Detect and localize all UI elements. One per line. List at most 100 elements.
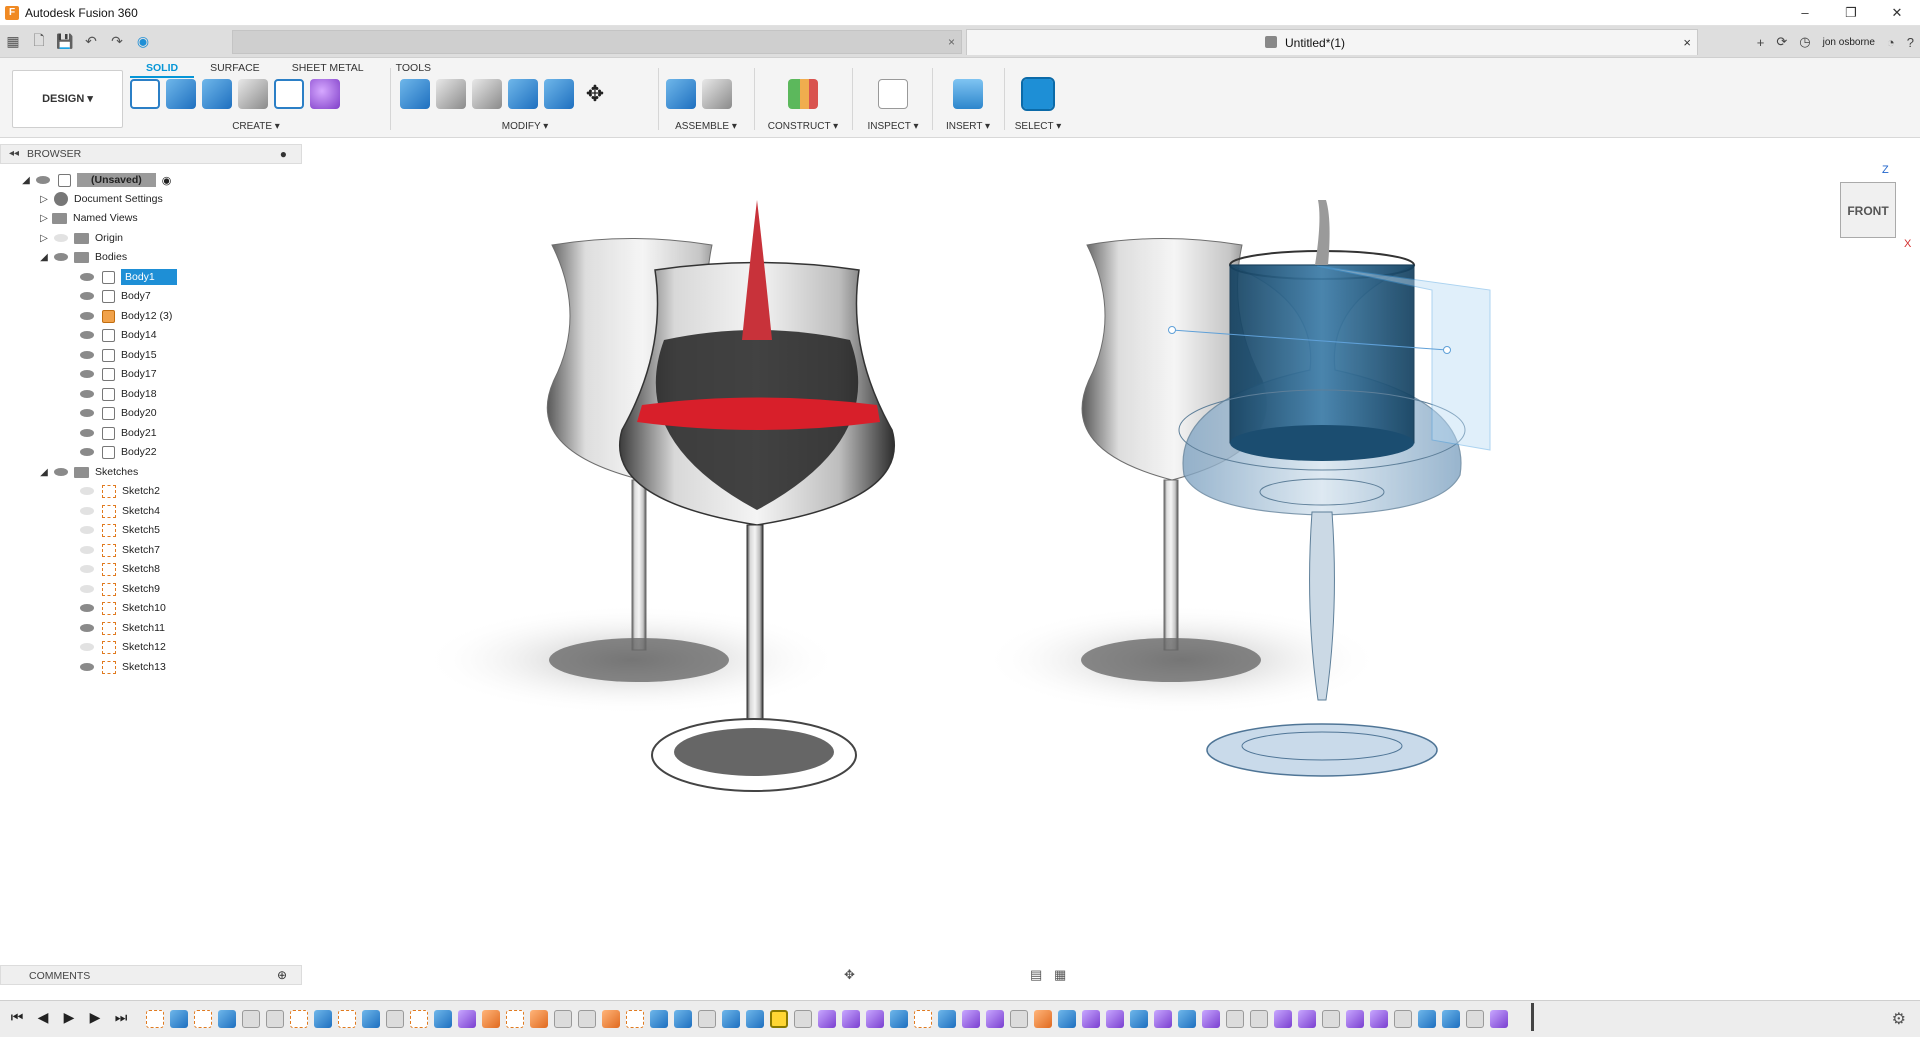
timeline-feature-icon[interactable] (170, 1010, 188, 1028)
timeline-feature-icon-highlighted[interactable] (770, 1010, 788, 1028)
timeline-feature-icon[interactable] (650, 1010, 668, 1028)
visibility-eye-icon[interactable] (80, 487, 94, 495)
construct-menu[interactable]: CONSTRUCT ▾ (762, 121, 844, 132)
tree-item-body[interactable]: Body12 (3) (76, 306, 172, 326)
extensions-icon[interactable]: ⟳ (1776, 34, 1787, 50)
timeline-feature-icon[interactable] (1010, 1010, 1028, 1028)
document-tab-inactive[interactable]: × (232, 30, 962, 54)
visibility-eye-icon[interactable] (80, 624, 94, 632)
tree-item-sketch[interactable]: Sketch2 (76, 481, 160, 501)
visibility-eye-icon[interactable] (54, 468, 68, 476)
visibility-eye-icon[interactable] (80, 604, 94, 612)
measure-icon[interactable] (878, 79, 908, 109)
timeline-feature-icon[interactable] (578, 1010, 596, 1028)
tree-item-body[interactable]: Body20 (76, 403, 157, 423)
tree-item-sketch[interactable]: Sketch5 (76, 520, 160, 540)
timeline-feature-icon[interactable] (914, 1010, 932, 1028)
hole-icon[interactable] (238, 79, 268, 109)
timeline-feature-icon[interactable] (386, 1010, 404, 1028)
viewcube-front-face[interactable]: FRONT (1840, 182, 1896, 238)
visibility-eye-icon[interactable] (80, 390, 94, 398)
undo-icon[interactable]: ↶ (78, 33, 104, 50)
timeline-feature-icon[interactable] (1418, 1010, 1436, 1028)
pattern-icon[interactable] (274, 79, 304, 109)
canvas-viewport[interactable] (302, 140, 1920, 998)
extrude-icon[interactable] (166, 79, 196, 109)
insert-menu[interactable]: INSERT ▾ (938, 121, 998, 132)
move-copy-icon[interactable]: ✥ (580, 79, 610, 109)
timeline-feature-icon[interactable] (674, 1010, 692, 1028)
orbit-icon[interactable]: ✥ (844, 967, 855, 983)
timeline-feature-icon[interactable] (890, 1010, 908, 1028)
press-pull-icon[interactable] (400, 79, 430, 109)
visibility-eye-icon[interactable] (80, 448, 94, 456)
create-menu[interactable]: CREATE ▾ (130, 121, 382, 132)
timeline-feature-icon[interactable] (194, 1010, 212, 1028)
visibility-eye-icon[interactable] (80, 507, 94, 515)
tab-surface[interactable]: SURFACE (194, 60, 276, 78)
timeline-feature-icon[interactable] (1058, 1010, 1076, 1028)
timeline-feature-icon[interactable] (1394, 1010, 1412, 1028)
timeline-feature-icon[interactable] (1130, 1010, 1148, 1028)
tree-item-document-settings[interactable]: ▷ Document Settings (38, 189, 163, 209)
select-menu[interactable]: SELECT ▾ (1010, 121, 1066, 132)
timeline-feature-icon[interactable] (842, 1010, 860, 1028)
notifications-icon[interactable]: ◔ (1887, 35, 1895, 50)
redo-icon[interactable]: ↷ (104, 33, 130, 50)
visibility-eye-icon[interactable] (80, 312, 94, 320)
timeline-feature-icon[interactable] (986, 1010, 1004, 1028)
tree-item-sketch[interactable]: Sketch13 (76, 657, 166, 677)
timeline-feature-icon[interactable] (938, 1010, 956, 1028)
timeline-feature-icon[interactable] (506, 1010, 524, 1028)
visibility-eye-icon[interactable] (36, 176, 50, 184)
tree-item-body[interactable]: Body1 (76, 267, 177, 287)
visibility-eye-icon[interactable] (80, 292, 94, 300)
browser-header[interactable]: ◂◂ BROWSER ● (0, 144, 302, 164)
timeline-feature-icon[interactable] (554, 1010, 572, 1028)
collapse-icon[interactable]: ◢ (38, 467, 50, 478)
timeline-feature-icon[interactable] (146, 1010, 164, 1028)
revolve-icon[interactable] (202, 79, 232, 109)
visibility-eye-icon[interactable] (80, 585, 94, 593)
timeline-feature-icon[interactable] (1370, 1010, 1388, 1028)
tree-item-sketch[interactable]: Sketch8 (76, 559, 160, 579)
create-sketch-icon[interactable] (130, 79, 160, 109)
create-form-icon[interactable] (310, 79, 340, 109)
tree-item-sketch[interactable]: Sketch4 (76, 501, 160, 521)
tree-root[interactable]: ◢ (Unsaved) ◉ (20, 170, 171, 190)
inspect-menu[interactable]: INSPECT ▾ (860, 121, 926, 132)
viewcube[interactable]: FRONT Z X (1840, 164, 1911, 250)
step-forward-icon[interactable]: ▶ (86, 1009, 104, 1026)
tree-item-body[interactable]: Body15 (76, 345, 157, 365)
timeline-feature-icon[interactable] (1034, 1010, 1052, 1028)
visibility-eye-icon[interactable] (80, 351, 94, 359)
browser-pin-icon[interactable]: ● (280, 147, 287, 161)
timeline-feature-icon[interactable] (1082, 1010, 1100, 1028)
fillet-icon[interactable] (436, 79, 466, 109)
visibility-eye-icon[interactable] (80, 273, 94, 281)
tree-item-sketch[interactable]: Sketch7 (76, 540, 160, 560)
help-icon[interactable]: ? (1907, 35, 1914, 50)
new-component-icon[interactable] (666, 79, 696, 109)
joint-icon[interactable] (702, 79, 732, 109)
timeline-feature-icon[interactable] (218, 1010, 236, 1028)
play-icon[interactable]: ▶ (60, 1009, 78, 1026)
close-window-icon[interactable]: ✕ (1874, 0, 1920, 26)
timeline-feature-icon[interactable] (1346, 1010, 1364, 1028)
go-to-end-icon[interactable]: ⏭ (112, 1009, 130, 1026)
tree-item-body[interactable]: Body18 (76, 384, 157, 404)
timeline-feature-icon[interactable] (1442, 1010, 1460, 1028)
timeline-feature-icon[interactable] (1250, 1010, 1268, 1028)
timeline-feature-icon[interactable] (794, 1010, 812, 1028)
grid-settings-icon[interactable]: ▦ (1054, 967, 1066, 983)
collapse-browser-icon[interactable]: ◂◂ (9, 148, 19, 159)
file-menu-icon[interactable]: 🗋 (26, 30, 52, 54)
timeline-feature-icon[interactable] (362, 1010, 380, 1028)
data-panel-grid-icon[interactable]: ▦ (0, 33, 26, 50)
tree-item-origin[interactable]: ▷ Origin (38, 228, 123, 248)
job-clock-icon[interactable]: ◷ (1799, 34, 1810, 50)
visibility-eye-icon[interactable] (80, 526, 94, 534)
timeline-feature-icon[interactable] (1226, 1010, 1244, 1028)
modify-menu[interactable]: MODIFY ▾ (400, 121, 650, 132)
visibility-eye-icon[interactable] (54, 253, 68, 261)
